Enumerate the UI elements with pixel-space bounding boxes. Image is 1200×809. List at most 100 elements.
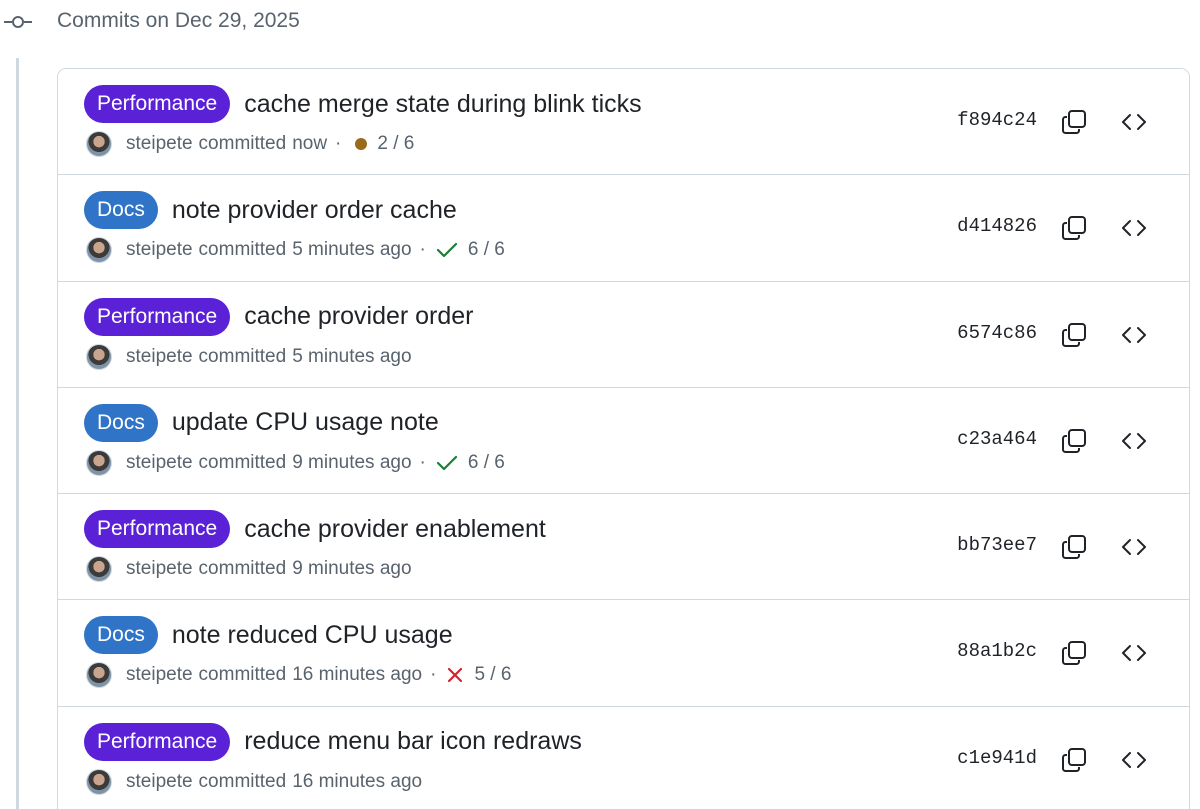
commit-list: Performance cache merge state during bli… xyxy=(57,68,1190,809)
commit-title-link[interactable]: cache provider order xyxy=(244,302,473,331)
commit-actions: c1e941d xyxy=(929,707,1189,809)
commit-time: now xyxy=(292,133,328,154)
commit-group-title: Commits on Dec 29, 2025 xyxy=(57,9,300,32)
checks-count: 6 / 6 xyxy=(467,239,505,261)
checks-count: 5 / 6 xyxy=(474,664,512,686)
commit-row: Docs note reduced CPU usage steipete com… xyxy=(58,600,1189,707)
commit-sha[interactable]: c1e941d xyxy=(957,747,1037,769)
commit-author[interactable]: steipete xyxy=(126,558,193,580)
commit-label[interactable]: Docs xyxy=(84,616,158,655)
commit-author[interactable]: steipete xyxy=(126,346,193,368)
commit-author[interactable]: steipete xyxy=(126,664,193,686)
commit-actions: bb73ee7 xyxy=(929,494,1189,599)
commit-title-line: Performance cache provider order xyxy=(84,297,474,336)
commit-label[interactable]: Performance xyxy=(84,85,231,123)
copy-icon xyxy=(1062,110,1086,134)
commit-label[interactable]: Docs xyxy=(84,191,158,230)
commit-label[interactable]: Performance xyxy=(84,510,231,549)
copy-sha-button[interactable] xyxy=(1059,745,1089,775)
browse-repository-button[interactable] xyxy=(1119,426,1149,456)
commit-action: committed xyxy=(198,558,287,580)
commit-actions: f894c24 xyxy=(929,69,1189,174)
code-icon xyxy=(1122,220,1146,237)
code-icon xyxy=(1122,432,1146,449)
commit-title-link[interactable]: note provider order cache xyxy=(172,196,457,225)
copy-sha-button[interactable] xyxy=(1059,213,1089,243)
commit-author[interactable]: steipete xyxy=(126,771,193,793)
commit-sha[interactable]: 88a1b2c xyxy=(957,640,1037,662)
commit-author[interactable]: steipete xyxy=(126,133,193,155)
commit-time: 9 minutes ago xyxy=(292,451,412,473)
git-commit-icon xyxy=(4,12,32,32)
commit-status[interactable]: · 5 / 6 xyxy=(422,664,511,686)
avatar[interactable] xyxy=(86,449,112,476)
avatar[interactable] xyxy=(86,343,112,370)
commit-title-line: Performance cache merge state during bli… xyxy=(84,85,642,123)
copy-sha-button[interactable] xyxy=(1059,426,1089,456)
browse-repository-button[interactable] xyxy=(1119,107,1149,137)
commit-title-line: Docs note reduced CPU usage xyxy=(84,616,453,655)
commit-row: Performance cache provider enablement st… xyxy=(58,494,1189,601)
commit-status[interactable]: · 6 / 6 xyxy=(412,239,505,261)
commit-title-line: Docs note provider order cache xyxy=(84,191,457,230)
copy-sha-button[interactable] xyxy=(1059,320,1089,350)
commit-action: committed xyxy=(198,345,287,367)
avatar[interactable] xyxy=(86,131,112,157)
check-icon xyxy=(436,454,458,472)
commit-label[interactable]: Performance xyxy=(84,297,231,336)
commit-sha[interactable]: c23a464 xyxy=(957,428,1037,450)
commit-action: committed xyxy=(198,770,287,792)
copy-icon xyxy=(1062,535,1086,560)
commit-label[interactable]: Performance xyxy=(84,722,231,761)
commit-meta: steipete committed 9 minutes ago · 6 / 6 xyxy=(86,449,505,476)
commit-title-line: Performance cache provider enablement xyxy=(84,510,546,549)
commit-title-link[interactable]: reduce menu bar icon redraws xyxy=(244,727,582,756)
commit-actions: c23a464 xyxy=(929,388,1189,493)
avatar[interactable] xyxy=(86,768,112,795)
commit-action: committed xyxy=(198,664,287,686)
commit-sha[interactable]: d414826 xyxy=(957,215,1037,237)
commit-time: 9 minutes ago xyxy=(292,558,412,580)
meta-separator: · xyxy=(419,451,426,473)
code-icon xyxy=(1122,539,1146,556)
copy-sha-button[interactable] xyxy=(1059,638,1089,668)
commit-title-link[interactable]: note reduced CPU usage xyxy=(172,621,453,650)
commit-author[interactable]: steipete xyxy=(126,239,193,261)
commit-status[interactable]: · 6 / 6 xyxy=(412,452,505,474)
commit-sha[interactable]: 6574c86 xyxy=(957,322,1037,344)
browse-repository-button[interactable] xyxy=(1119,320,1149,350)
commit-action: committed xyxy=(198,239,287,261)
commit-row: Docs note provider order cache steipete … xyxy=(58,175,1189,282)
copy-sha-button[interactable] xyxy=(1059,107,1089,137)
browse-repository-button[interactable] xyxy=(1119,745,1149,775)
commit-title-link[interactable]: cache provider enablement xyxy=(244,515,546,544)
commit-row: Docs update CPU usage note steipete comm… xyxy=(58,388,1189,495)
commit-status[interactable]: · 2 / 6 xyxy=(327,133,414,155)
browse-repository-button[interactable] xyxy=(1119,213,1149,243)
commit-title-link[interactable]: cache merge state during blink ticks xyxy=(244,90,641,119)
browse-repository-button[interactable] xyxy=(1119,532,1149,562)
copy-sha-button[interactable] xyxy=(1059,532,1089,562)
commit-action: committed xyxy=(198,451,287,473)
commit-sha[interactable]: bb73ee7 xyxy=(957,534,1037,556)
commit-time: 16 minutes ago xyxy=(292,664,423,686)
commit-row: Performance cache merge state during bli… xyxy=(58,69,1189,176)
pending-dot-icon xyxy=(355,138,368,150)
avatar[interactable] xyxy=(86,237,112,264)
commit-title-link[interactable]: update CPU usage note xyxy=(172,408,439,437)
commit-actions: 6574c86 xyxy=(929,282,1189,387)
copy-icon xyxy=(1062,641,1086,666)
commit-meta: steipete committed now · 2 / 6 xyxy=(86,131,414,157)
copy-icon xyxy=(1062,747,1086,772)
avatar[interactable] xyxy=(86,662,112,689)
code-icon xyxy=(1122,645,1146,662)
avatar[interactable] xyxy=(86,556,112,583)
commit-sha[interactable]: f894c24 xyxy=(957,109,1037,131)
meta-separator: · xyxy=(335,133,342,154)
commit-author[interactable]: steipete xyxy=(126,452,193,474)
timeline-line xyxy=(16,58,19,809)
browse-repository-button[interactable] xyxy=(1119,638,1149,668)
meta-separator: · xyxy=(419,239,426,261)
commit-row: Performance cache provider order steipet… xyxy=(58,282,1189,388)
commit-label[interactable]: Docs xyxy=(84,403,158,442)
